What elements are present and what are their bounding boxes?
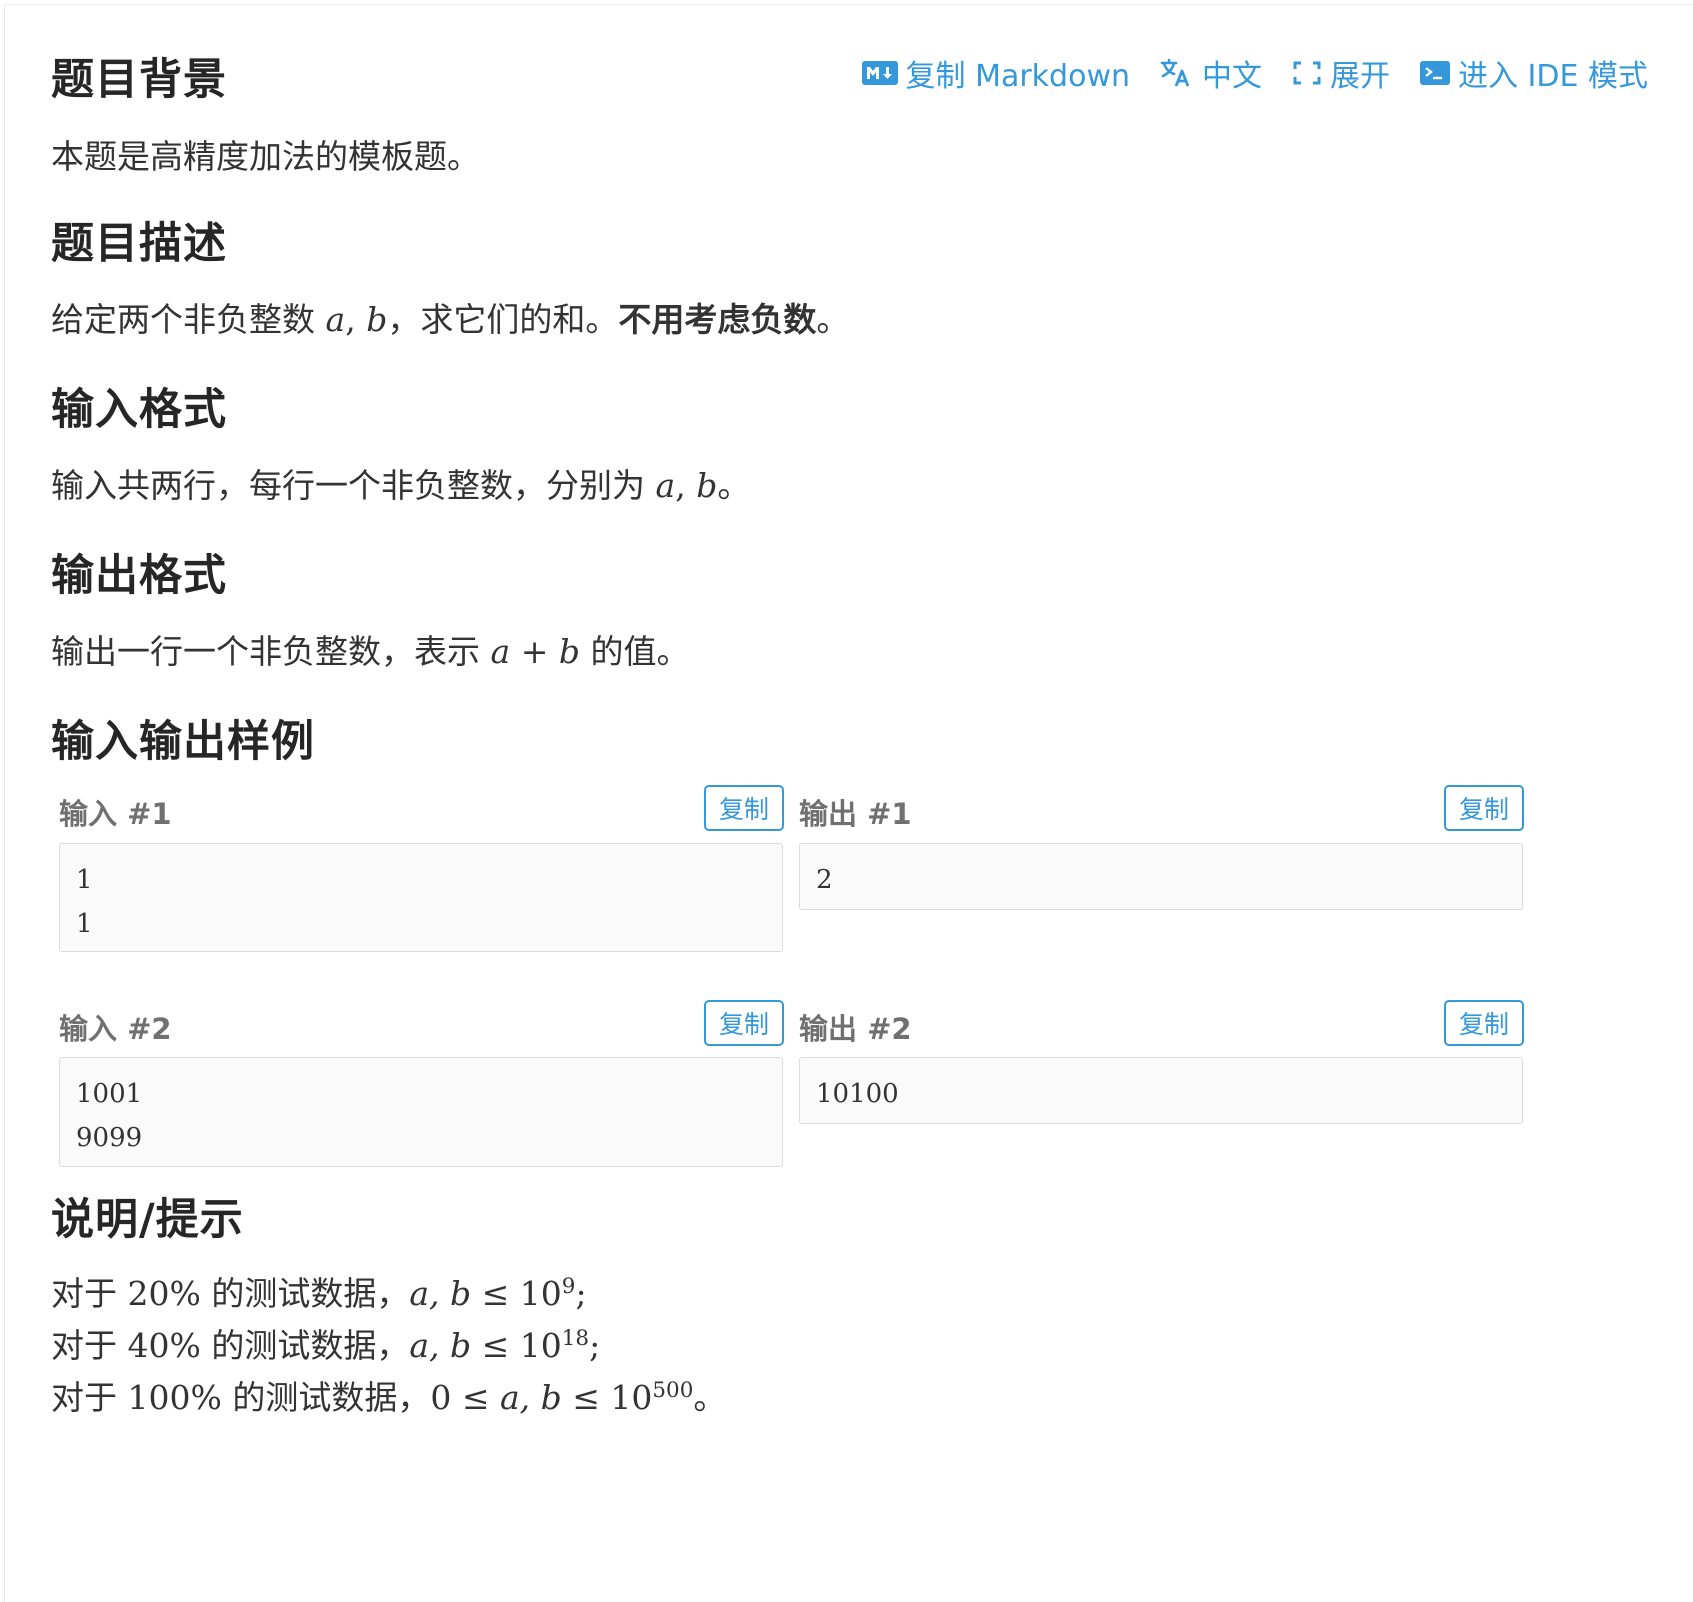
output-format-part-2: 的值。: [590, 632, 690, 671]
translate-icon: [1160, 58, 1194, 88]
sample-2-output-box[interactable]: 10100: [799, 1057, 1523, 1124]
hint-base: 10: [519, 1274, 562, 1313]
hint-end: ;: [575, 1274, 587, 1313]
math-var-b: b: [558, 632, 580, 671]
sample-1-input-line-2: 1: [76, 909, 93, 939]
section-title-output-format: 输出格式: [51, 551, 227, 601]
sample-1-input-line-1: 1: [76, 865, 93, 895]
expand-label: 展开: [1330, 59, 1391, 94]
description-part-2: ，求它们的和。: [387, 300, 619, 339]
hint-middle: 的测试数据，: [232, 1378, 431, 1417]
math-plus: +: [520, 632, 549, 671]
hint-line-1: 对于 20% 的测试数据，a, b ≤ 109;: [51, 1267, 587, 1315]
hint-leq: ≤: [572, 1378, 600, 1417]
section-title-samples: 输入输出样例: [51, 717, 315, 767]
sample-1-output-line-1: 2: [816, 865, 833, 895]
hint-line-2: 对于 40% 的测试数据，a, b ≤ 1018;: [51, 1319, 600, 1367]
section-title-hint: 说明/提示: [51, 1195, 244, 1245]
section-title-description: 题目描述: [51, 219, 227, 269]
sample-1-output-copy-button[interactable]: 复制: [1444, 785, 1524, 831]
language-button[interactable]: 中文: [1160, 51, 1262, 95]
section-title-background: 题目背景: [51, 55, 227, 105]
ide-mode-button[interactable]: 进入 IDE 模式: [1420, 51, 1648, 95]
background-text: 本题是高精度加法的模板题。: [51, 137, 480, 176]
hint-vars: a, b: [409, 1326, 472, 1365]
math-var-a: a: [490, 632, 511, 671]
section-title-input-format: 输入格式: [51, 385, 227, 435]
hint-exponent: 500: [652, 1378, 694, 1403]
hint-middle: 的测试数据，: [211, 1326, 410, 1365]
sample-2-input-line-2: 9099: [76, 1123, 143, 1153]
hint-exponent: 9: [561, 1274, 576, 1299]
sample-2-output-label: 输出 #2: [799, 1012, 912, 1046]
sample-1-output-box[interactable]: 2: [799, 843, 1523, 910]
sample-2-input-copy-button[interactable]: 复制: [704, 1000, 784, 1046]
sample-2-output-copy-button[interactable]: 复制: [1444, 1000, 1524, 1046]
output-format-part-1: 输出一行一个非负整数，表示: [51, 632, 480, 671]
language-label: 中文: [1202, 59, 1263, 94]
input-format-text: 输入共两行，每行一个非负整数，分别为 a, b。: [51, 459, 750, 507]
math-var-b: b: [366, 300, 388, 339]
hint-prefix: 对于: [51, 1274, 117, 1313]
sample-2-input-box[interactable]: 1001 9099: [59, 1057, 783, 1167]
sample-1-input-label: 输入 #1: [59, 797, 172, 831]
expand-icon: [1292, 60, 1322, 86]
copy-markdown-button[interactable]: 复制 Markdown: [861, 51, 1131, 95]
hint-percent: 100%: [127, 1378, 222, 1417]
hint-prefix: 对于: [51, 1326, 117, 1365]
sample-1-output-label: 输出 #1: [799, 797, 912, 831]
hint-exponent: 18: [561, 1326, 590, 1351]
problem-toolbar: 复制 Markdown 中文 展开 进入 IDE 模式: [861, 51, 1648, 95]
math-var-a: a: [655, 466, 676, 505]
math-var-b: b: [696, 466, 718, 505]
sample-1-input-copy-button[interactable]: 复制: [704, 785, 784, 831]
markdown-icon: [861, 61, 898, 85]
ide-mode-label: 进入 IDE 模式: [1458, 59, 1648, 94]
description-text: 给定两个非负整数 a, b，求它们的和。不用考虑负数。: [51, 293, 849, 341]
output-format-text: 输出一行一个非负整数，表示 a + b 的值。: [51, 625, 689, 673]
hint-vars: a, b: [409, 1274, 472, 1313]
math-var-a: a: [325, 300, 346, 339]
description-part-1: 给定两个非负整数: [51, 300, 315, 339]
sample-2-output-line-1: 10100: [816, 1079, 899, 1109]
description-part-3: 。: [816, 300, 850, 339]
math-comma: ,: [345, 300, 356, 339]
hint-line-3: 对于 100% 的测试数据，0 ≤ a, b ≤ 10500。: [51, 1371, 726, 1419]
hint-base: 10: [610, 1378, 653, 1417]
hint-vars: a, b: [499, 1378, 562, 1417]
copy-markdown-label: 复制 Markdown: [905, 59, 1131, 94]
problem-card: 题目背景 本题是高精度加法的模板题。 题目描述 给定两个非负整数 a, b，求它…: [4, 4, 1693, 1602]
sample-2-input-line-1: 1001: [76, 1079, 143, 1109]
terminal-icon: [1420, 60, 1451, 86]
input-format-part-2: 。: [717, 466, 751, 505]
hint-lower-bound: 0 ≤: [430, 1378, 490, 1417]
input-format-part-1: 输入共两行，每行一个非负整数，分别为: [51, 466, 645, 505]
expand-button[interactable]: 展开: [1292, 51, 1390, 95]
hint-end: ;: [589, 1326, 601, 1365]
sample-2-input-label: 输入 #2: [59, 1012, 172, 1046]
hint-percent: 40%: [127, 1326, 201, 1365]
hint-base: 10: [519, 1326, 562, 1365]
math-comma: ,: [675, 466, 686, 505]
hint-prefix: 对于: [51, 1378, 117, 1417]
sample-1-input-box[interactable]: 1 1: [59, 843, 783, 952]
description-bold: 不用考虑负数: [618, 300, 817, 339]
hint-middle: 的测试数据，: [211, 1274, 410, 1313]
hint-end: 。: [693, 1378, 727, 1417]
hint-leq: ≤: [481, 1274, 510, 1313]
hint-leq: ≤: [481, 1326, 510, 1365]
hint-percent: 20%: [127, 1274, 201, 1313]
